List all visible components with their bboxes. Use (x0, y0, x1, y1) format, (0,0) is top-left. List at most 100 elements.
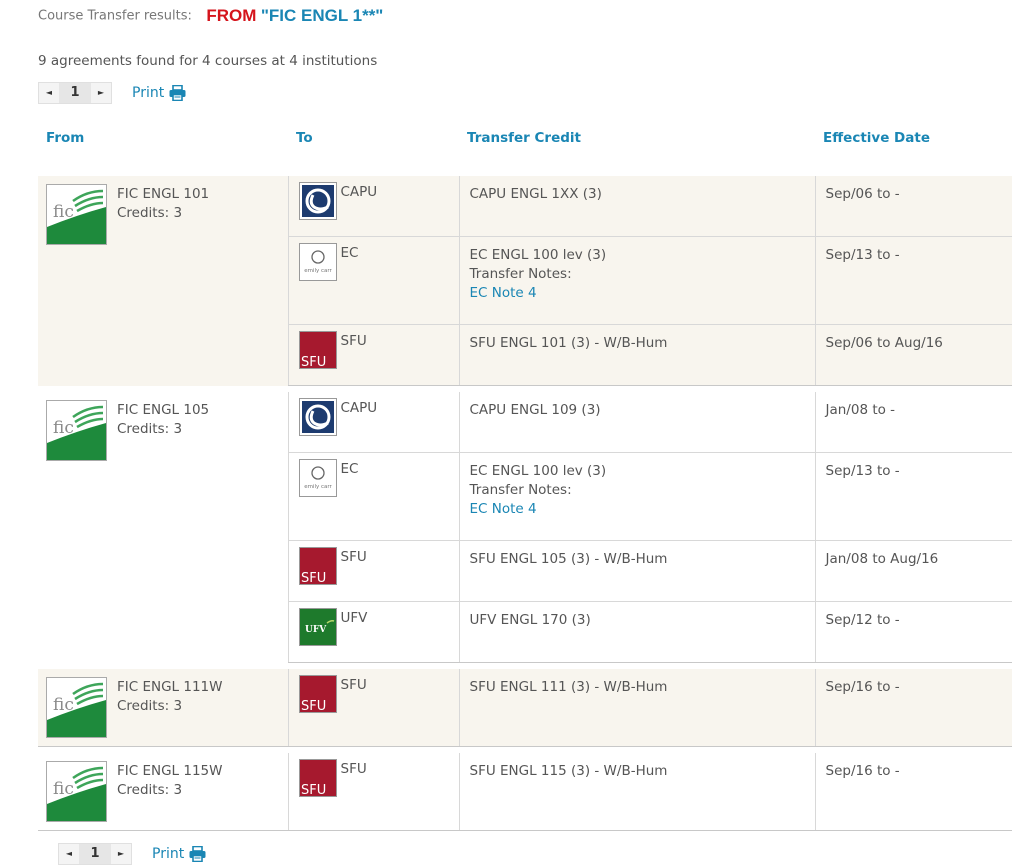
print-label: Print (152, 846, 185, 862)
transfer-credit-cell: CAPU ENGL 1XX (3) (458, 176, 815, 237)
to-cell: emily carr EC (287, 236, 459, 325)
transfer-credit-cell: SFU ENGL 111 (3) - W/B-Hum (458, 669, 815, 747)
prev-page-button[interactable]: ◄ (39, 83, 59, 103)
fic-logo: fic (46, 400, 107, 461)
from-cell: fic FIC ENGL 101 Credits: 3 (38, 176, 288, 386)
sfu-logo: SFU (298, 331, 337, 369)
sfu-logo: SFU (298, 675, 337, 713)
effective-date-cell: Jan/08 to - (814, 392, 1012, 453)
transfer-note-link[interactable]: EC Note 4 (470, 500, 805, 519)
sfu-logo: SFU (298, 759, 337, 797)
next-page-button[interactable]: ► (91, 83, 111, 103)
print-link[interactable]: Print (152, 846, 206, 862)
course-code: FIC ENGL 115W (117, 763, 223, 779)
course-credits: Credits: 3 (117, 421, 183, 437)
effective-date-cell: Sep/16 to - (814, 669, 1012, 747)
to-cell: SFU SFU (287, 540, 459, 602)
print-label: Print (132, 85, 165, 101)
ufv-logo: UFV (298, 608, 337, 646)
course-credits: Credits: 3 (117, 782, 183, 798)
effective-date: Sep/13 to - (825, 463, 900, 479)
emily-carr-logo: emily carr (298, 243, 337, 281)
sfu-logo-text: SFU (301, 355, 326, 368)
to-cell: CAPU (287, 176, 459, 237)
emily-carr-logo: emily carr (298, 459, 337, 497)
to-cell: CAPU (287, 392, 459, 453)
effective-date-cell: Sep/13 to - (814, 452, 1012, 541)
from-cell: fic FIC ENGL 105 Credits: 3 (38, 392, 288, 663)
transfer-credit-cell: UFV ENGL 170 (3) (458, 601, 815, 663)
printer-icon (189, 846, 206, 862)
transfer-credit: CAPU ENGL 1XX (3) (469, 186, 602, 202)
to-cell: emily carr EC (287, 452, 459, 541)
course-code: FIC ENGL 111W (117, 679, 223, 695)
sfu-logo-text: SFU (301, 783, 326, 796)
effective-date: Sep/12 to - (825, 612, 900, 628)
ec-logo-text: emily carr (304, 268, 332, 274)
column-header-transfer-credit: Transfer Credit (459, 124, 815, 170)
transfer-credit-cell: EC ENGL 100 lev (3) Transfer Notes: EC Not… (458, 236, 815, 325)
transfer-notes-label: Transfer Notes: (469, 482, 572, 498)
capu-logo (298, 182, 337, 220)
table-row: fic FIC ENGL 105 Credits: 3 CAPU CAPU ENGL 1… (38, 392, 1012, 461)
institution-name: SFU (340, 761, 367, 777)
current-page[interactable]: 1 (59, 83, 91, 103)
sfu-logo-text: SFU (301, 699, 326, 712)
effective-date: Jan/08 to - (825, 402, 896, 418)
transfer-credit: UFV ENGL 170 (3) (469, 612, 591, 628)
next-page-button[interactable]: ► (111, 844, 131, 864)
to-cell: SFU SFU (287, 324, 459, 386)
institution-name: EC (340, 245, 359, 261)
results-header: Course Transfer results: FROM "FIC ENGL … (38, 6, 383, 28)
institution-name: SFU (340, 333, 367, 349)
effective-date-cell: Jan/08 to Aug/16 (814, 540, 1012, 602)
table-row: fic FIC ENGL 101 Credits: 3 CAPU CAPU ENGL 1… (38, 176, 1012, 386)
table-header: From To Transfer Credit Effective Date (38, 124, 1012, 170)
results-table: From To Transfer Credit Effective Date f… (38, 124, 1012, 831)
transfer-note-link[interactable]: EC Note 4 (470, 284, 805, 303)
fic-logo-text: fic (53, 779, 74, 799)
transfer-credit-cell: EC ENGL 100 lev (3) Transfer Notes: EC Not… (458, 452, 815, 541)
sfu-logo-text: SFU (301, 571, 326, 584)
transfer-credit-cell: SFU ENGL 115 (3) - W/B-Hum (458, 753, 815, 831)
institution-name: SFU (340, 677, 367, 693)
course-code: FIC ENGL 105 (117, 402, 210, 418)
transfer-credit: SFU ENGL 111 (3) - W/B-Hum (469, 679, 668, 695)
transfer-credit: CAPU ENGL 109 (3) (469, 402, 601, 418)
transfer-credit: EC ENGL 100 lev (3) (469, 247, 607, 263)
institution-name: CAPU (340, 400, 378, 416)
pager-top: ◄ 1 ► Print (38, 82, 186, 104)
transfer-credit: SFU ENGL 115 (3) - W/B-Hum (469, 763, 668, 779)
prev-page-button[interactable]: ◄ (59, 844, 79, 864)
to-cell: SFU SFU (287, 753, 459, 831)
transfer-credit-cell: SFU ENGL 101 (3) - W/B-Hum (458, 324, 815, 386)
course-code: FIC ENGL 101 (117, 186, 210, 202)
print-link[interactable]: Print (132, 85, 186, 101)
fic-logo: fic (46, 761, 107, 822)
fic-logo: fic (46, 677, 107, 738)
institution-name: EC (340, 461, 359, 477)
pagination: ◄ 1 ► (38, 82, 112, 104)
capu-logo (298, 398, 337, 436)
ufv-logo-text: UFV (305, 625, 327, 635)
search-query: "FIC ENGL 1**" (260, 6, 384, 25)
effective-date: Sep/16 to - (825, 763, 900, 779)
institution-name: CAPU (340, 184, 378, 200)
results-label: Course Transfer results: (38, 8, 192, 24)
effective-date-cell: Sep/06 to Aug/16 (814, 324, 1012, 386)
effective-date: Sep/13 to - (825, 247, 900, 263)
effective-date-cell: Sep/13 to - (814, 236, 1012, 325)
transfer-credit-cell: SFU ENGL 105 (3) - W/B-Hum (458, 540, 815, 602)
transfer-credit: SFU ENGL 101 (3) - W/B-Hum (469, 335, 668, 351)
effective-date-cell: Sep/16 to - (814, 753, 1012, 831)
fic-logo-text: fic (53, 695, 74, 715)
from-cell: fic FIC ENGL 115W Credits: 3 (38, 753, 288, 831)
institution-name: UFV (340, 610, 368, 626)
from-label: FROM (206, 6, 257, 25)
results-summary: 9 agreements found for 4 courses at 4 in… (38, 53, 378, 69)
table-row: fic FIC ENGL 111W Credits: 3 SFU SFU SFU ENGL… (38, 669, 1012, 747)
pagination: ◄ 1 ► (58, 843, 132, 865)
transfer-credit-cell: CAPU ENGL 109 (3) (458, 392, 815, 453)
effective-date-cell: Sep/12 to - (814, 601, 1012, 663)
current-page[interactable]: 1 (79, 844, 111, 864)
